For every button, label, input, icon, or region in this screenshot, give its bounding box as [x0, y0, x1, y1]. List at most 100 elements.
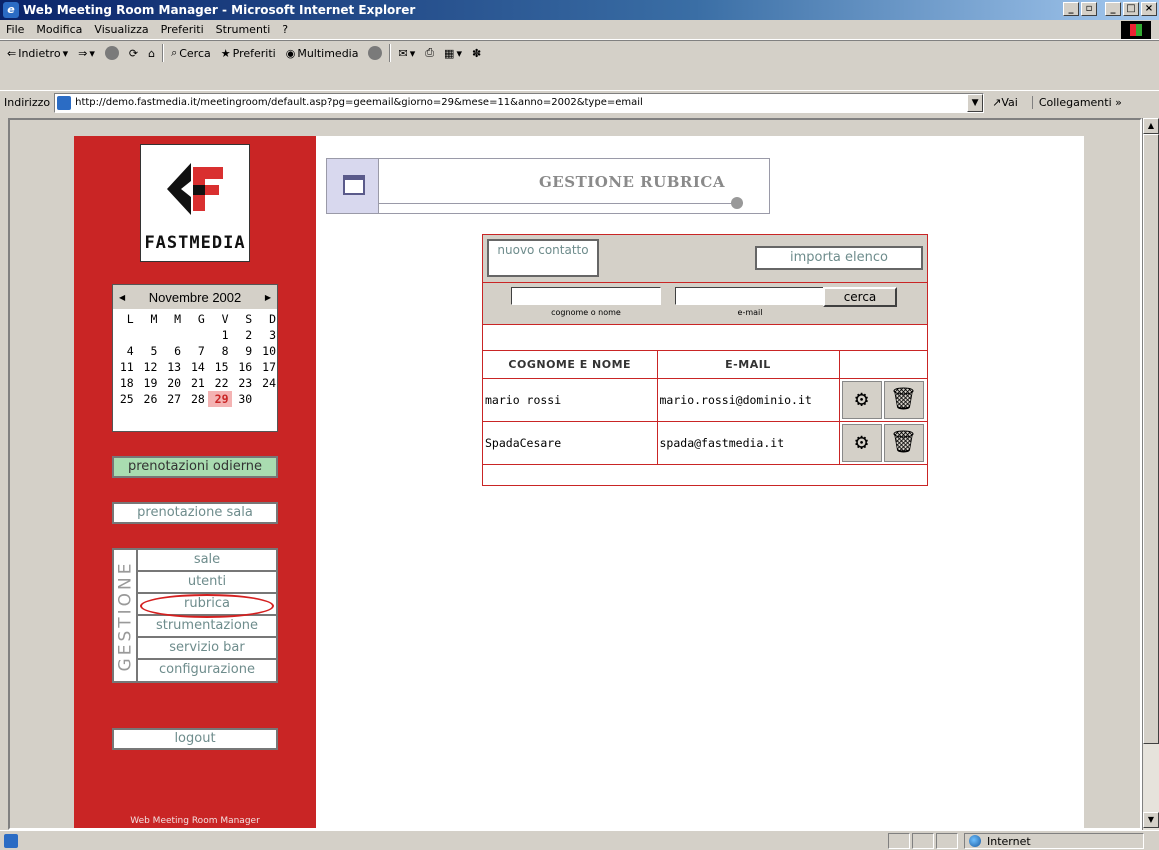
calendar-day[interactable]: 27	[160, 391, 184, 407]
maximize-button[interactable]: □	[1123, 2, 1139, 16]
edit-button[interactable]: ▦ ▾	[441, 47, 465, 60]
favorites-button[interactable]: ★ Preferiti	[218, 47, 279, 60]
logout-button[interactable]: logout	[112, 728, 278, 750]
scroll-up-button[interactable]: ▲	[1143, 118, 1159, 134]
calendar-day[interactable]	[137, 327, 161, 343]
toolbar: ⇐ Indietro ▾ ⇒ ▾ ⟳ ⌂ ⌕ Cerca ★ Preferiti ◉ Mul…	[0, 40, 1159, 90]
doc-restore-button[interactable]: ▫	[1081, 2, 1097, 16]
banner-line	[379, 203, 743, 204]
edit-contact-button[interactable]: ⚙	[841, 380, 882, 419]
calendar-day[interactable]: 15	[208, 359, 232, 375]
doc-minimize-button[interactable]: _	[1063, 2, 1079, 16]
gestione-item-rubrica[interactable]: rubrica	[138, 594, 276, 616]
print-button[interactable]: ⎙	[422, 46, 437, 60]
calendar-day[interactable]: 20	[160, 375, 184, 391]
calendar-day[interactable]	[184, 327, 208, 343]
edit-contact-button[interactable]: ⚙	[841, 423, 882, 462]
links-button[interactable]: Collegamenti »	[1031, 96, 1122, 109]
new-contact-button[interactable]: nuovo contatto	[487, 239, 599, 277]
calendar-day[interactable]: 10	[255, 343, 279, 359]
calendar-day[interactable]: 14	[184, 359, 208, 375]
calendar-day[interactable]: 7	[184, 343, 208, 359]
menu-help[interactable]: ?	[276, 23, 294, 36]
calendar-day[interactable]: 23	[232, 375, 256, 391]
refresh-button[interactable]: ⟳	[126, 47, 141, 60]
room-booking-button[interactable]: prenotazione sala	[112, 502, 278, 524]
forward-button[interactable]: ⇒ ▾	[75, 47, 98, 60]
menu-strumenti[interactable]: Strumenti	[210, 23, 277, 36]
gestione-item-configurazione[interactable]: configurazione	[138, 660, 276, 682]
calendar-day[interactable]: 26	[137, 391, 161, 407]
scroll-down-button[interactable]: ▼	[1143, 812, 1159, 828]
gestione-item-servizio-bar[interactable]: servizio bar	[138, 638, 276, 660]
calendar-day[interactable]: 16	[232, 359, 256, 375]
calendar-day[interactable]: 24	[255, 375, 279, 391]
calendar-day[interactable]: 2	[232, 327, 256, 343]
calendar-day[interactable]: 13	[160, 359, 184, 375]
calendar-day[interactable]: 19	[137, 375, 161, 391]
menu-modifica[interactable]: Modifica	[30, 23, 88, 36]
contact-email: mario.rossi@dominio.it	[657, 378, 840, 422]
calendar-day[interactable]: 3	[255, 327, 279, 343]
gestione-item-strumentazione[interactable]: strumentazione	[138, 616, 276, 638]
calendar-day[interactable]: 8	[208, 343, 232, 359]
calendar-day[interactable]: 28	[184, 391, 208, 407]
calendar-day[interactable]: 17	[255, 359, 279, 375]
gestione-item-sale[interactable]: sale	[138, 550, 276, 572]
edit-icon: ▦	[444, 46, 455, 60]
mail-button[interactable]: ✉ ▾	[395, 47, 418, 60]
calendar-day[interactable]: 30	[232, 391, 256, 407]
calendar-day[interactable]: 25	[113, 391, 137, 407]
messenger-button[interactable]: ✽	[469, 47, 484, 60]
go-button[interactable]: ↗Vai	[992, 96, 1018, 109]
menu-preferiti[interactable]: Preferiti	[155, 23, 210, 36]
home-button[interactable]: ⌂	[145, 47, 158, 60]
search-button[interactable]: ⌕ Cerca	[168, 46, 214, 60]
history-button[interactable]	[365, 46, 385, 60]
history-icon	[368, 46, 383, 60]
calendar-day[interactable]: 11	[113, 359, 137, 375]
media-button[interactable]: ◉ Multimedia	[283, 47, 362, 60]
search-email-input[interactable]	[675, 287, 825, 305]
calendar-day[interactable]: 22	[208, 375, 232, 391]
scroll-thumb[interactable]	[1143, 134, 1159, 744]
calendar-day[interactable]: 6	[160, 343, 184, 359]
calendar-day[interactable]	[255, 391, 279, 407]
calendar-day[interactable]: 1	[208, 327, 232, 343]
vertical-scrollbar[interactable]: ▲ ▼	[1142, 118, 1159, 830]
search-name-input[interactable]	[511, 287, 661, 305]
forward-arrow-icon: ⇒	[78, 46, 88, 60]
prev-month-button[interactable]: ◀	[119, 293, 125, 302]
delete-contact-button[interactable]: 🗑	[883, 423, 924, 462]
minimize-button[interactable]: _	[1105, 2, 1121, 16]
calendar-day[interactable]: 21	[184, 375, 208, 391]
search-button[interactable]: cerca	[823, 287, 897, 307]
calendar-day[interactable]: 12	[137, 359, 161, 375]
chevron-down-icon: ▾	[456, 46, 462, 60]
calendar-day-today[interactable]: 29	[207, 391, 232, 407]
mail-icon: ✉	[398, 46, 408, 60]
app-footer: Web Meeting Room Manager	[130, 816, 260, 826]
import-list-button[interactable]: importa elenco	[755, 246, 923, 270]
gestione-item-utenti[interactable]: utenti	[138, 572, 276, 594]
delete-contact-button[interactable]: 🗑	[883, 380, 924, 419]
calendar-day[interactable]	[160, 327, 184, 343]
calendar-day[interactable]	[113, 327, 137, 343]
gestione-label: GESTIONE	[114, 550, 138, 681]
today-bookings-button[interactable]: prenotazioni odierne	[112, 456, 278, 478]
calendar-day[interactable]: 9	[232, 343, 256, 359]
next-month-button[interactable]: ▶	[265, 293, 271, 302]
zone-label: Internet	[987, 834, 1031, 848]
address-dropdown-button[interactable]: ▼	[967, 93, 984, 112]
address-input[interactable]: http://demo.fastmedia.it/meetingroom/def…	[54, 92, 985, 113]
close-button[interactable]: ×	[1141, 2, 1157, 16]
stop-button[interactable]	[102, 46, 122, 60]
back-button[interactable]: ⇐ Indietro ▾	[4, 47, 71, 60]
calendar-day[interactable]: 18	[113, 375, 137, 391]
calendar-day[interactable]: 5	[137, 343, 161, 359]
menu-file[interactable]: File	[0, 23, 30, 36]
page-status-icon	[4, 833, 18, 848]
fastmedia-logo-icon	[167, 163, 223, 215]
menu-visualizza[interactable]: Visualizza	[88, 23, 154, 36]
calendar-day[interactable]: 4	[113, 343, 137, 359]
